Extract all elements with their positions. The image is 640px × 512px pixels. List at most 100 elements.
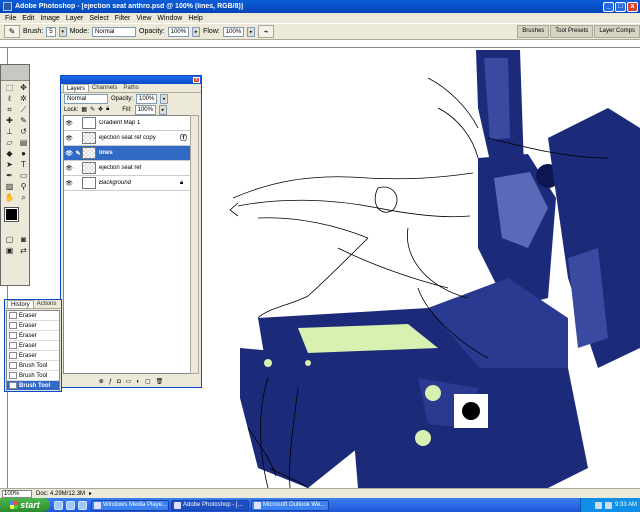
menu-select[interactable]: Select [86, 15, 111, 22]
tab-paths[interactable]: Paths [120, 84, 141, 92]
blur-tool-icon[interactable]: ◆ [3, 149, 16, 159]
tab-actions[interactable]: Actions [34, 300, 60, 308]
lock-transparency-icon[interactable]: ▦ [81, 106, 87, 113]
blend-mode-select[interactable]: Normal [64, 93, 108, 104]
eyedropper-tool-icon[interactable]: ⚲ [17, 182, 30, 192]
menu-window[interactable]: Window [154, 15, 185, 22]
layers-palette-close-icon[interactable]: x [193, 77, 200, 83]
flow-arrow-icon[interactable]: ▸ [247, 26, 256, 37]
internet-explorer-icon[interactable] [54, 500, 63, 510]
magic-wand-tool-icon[interactable]: ✲ [17, 94, 30, 104]
menu-view[interactable]: View [133, 15, 154, 22]
screen-mode-icon[interactable]: ▣ [3, 246, 16, 256]
close-button[interactable]: x [627, 1, 638, 12]
add-layer-mask-icon[interactable]: ◘ [117, 379, 121, 385]
history-state[interactable]: Eraser [7, 321, 59, 331]
opacity-arrow-icon[interactable]: ▸ [192, 26, 201, 37]
standard-mode-icon[interactable]: ▢ [3, 235, 16, 245]
flow-field[interactable]: 100% [222, 26, 245, 37]
lock-all-icon[interactable]: 🔒︎ [106, 106, 109, 113]
delete-layer-icon[interactable]: 🗑︎ [156, 378, 164, 385]
fill-arrow-icon[interactable]: ▸ [158, 104, 167, 115]
dodge-tool-icon[interactable]: ● [17, 149, 30, 159]
minimize-button[interactable]: _ [603, 1, 614, 12]
menu-file[interactable]: File [2, 15, 19, 22]
history-state[interactable]: Brush Tool [7, 371, 59, 381]
shape-tool-icon[interactable]: ▭ [17, 171, 30, 181]
history-state[interactable]: Eraser [7, 341, 59, 351]
lasso-tool-icon[interactable]: ℓ [3, 94, 16, 104]
zoom-field[interactable]: 100% [2, 489, 32, 498]
palette-tab-brushes[interactable]: Brushes [517, 25, 550, 38]
outlook-icon[interactable] [66, 500, 75, 510]
healing-brush-tool-icon[interactable]: ✚ [3, 116, 16, 126]
menu-layer[interactable]: Layer [63, 15, 87, 22]
zoom-tool-icon[interactable]: ⌕ [17, 193, 30, 203]
layer-opacity-field[interactable]: 100% [136, 93, 158, 104]
layer-row-ejection-seat-ref-copy[interactable]: 👁︎ ejection seat ref copy ⓕ [64, 131, 190, 146]
add-layer-style-icon[interactable]: ƒ [109, 379, 112, 385]
task-microsoft-outlook[interactable]: Microsoft Outlook We... [251, 499, 329, 511]
crop-tool-icon[interactable]: ⌗ [3, 105, 16, 115]
gradient-tool-icon[interactable]: ▤ [17, 138, 30, 148]
visibility-eye-icon[interactable]: 👁︎ [64, 165, 74, 172]
move-tool-icon[interactable]: ✥ [17, 83, 30, 93]
clone-stamp-tool-icon[interactable]: ⊥ [3, 127, 16, 137]
new-adjustment-layer-icon[interactable]: ◐ [136, 379, 140, 385]
network-icon[interactable] [594, 501, 602, 509]
visibility-eye-icon[interactable]: 👁︎ [64, 180, 74, 187]
history-state[interactable]: Brush Tool [7, 361, 59, 371]
airbrush-icon[interactable]: ⌁ [258, 25, 275, 38]
volume-icon[interactable] [604, 501, 612, 509]
menu-help[interactable]: Help [185, 15, 205, 22]
link-layers-icon[interactable]: ⊗ [99, 378, 104, 385]
brush-size-field[interactable]: 5 [46, 26, 56, 37]
doc-size-info[interactable]: Doc: 4.29M/12.3M [36, 491, 85, 497]
hand-tool-icon[interactable]: ✋ [3, 193, 16, 203]
start-button[interactable]: start [0, 498, 50, 512]
palette-tab-layer-comps[interactable]: Layer Comps [594, 25, 640, 38]
status-menu-arrow-icon[interactable]: ▸ [89, 490, 92, 497]
pen-tool-icon[interactable]: ✒ [3, 171, 16, 181]
opacity-field[interactable]: 100% [167, 26, 190, 37]
visibility-eye-icon[interactable]: 👁︎ [64, 150, 74, 157]
brush-picker-arrow-icon[interactable]: ▾ [58, 26, 67, 37]
fill-field[interactable]: 100% [134, 104, 156, 115]
lock-position-icon[interactable]: ✥ [98, 106, 103, 113]
tab-history[interactable]: History [7, 300, 34, 308]
foreground-color-swatch[interactable] [4, 207, 19, 222]
quick-mask-mode-icon[interactable]: ◙ [17, 235, 30, 245]
menu-filter[interactable]: Filter [112, 15, 134, 22]
brush-tool-icon[interactable]: ✎ [17, 116, 30, 126]
task-adobe-photoshop[interactable]: Adobe Photoshop - [... [171, 499, 249, 511]
lock-image-icon[interactable]: ✎ [90, 106, 95, 113]
layer-row-background[interactable]: 👁︎ Background 🔒︎ [64, 176, 190, 191]
layer-row-lines[interactable]: 👁︎ ✎ lines [64, 146, 190, 161]
layer-row-ejection-seat-ref[interactable]: 👁︎ ejection seat ref [64, 161, 190, 176]
clock[interactable]: 9:33 AM [615, 502, 637, 508]
type-tool-icon[interactable]: T [17, 160, 30, 170]
history-state-current[interactable]: Brush Tool [7, 381, 59, 391]
layers-palette-titlebar[interactable]: x [61, 76, 201, 84]
layer-style-icon[interactable]: ⓕ [180, 133, 190, 143]
jump-to-imageready-icon[interactable]: ⇄ [17, 246, 30, 256]
eraser-tool-icon[interactable]: ▱ [3, 138, 16, 148]
mode-select[interactable]: Normal [92, 26, 137, 37]
history-state[interactable]: Eraser [7, 331, 59, 341]
new-set-icon[interactable]: ▭ [126, 378, 132, 385]
visibility-eye-icon[interactable]: 👁︎ [64, 120, 74, 127]
layers-scrollbar[interactable] [190, 115, 199, 374]
brush-tool-preset-icon[interactable]: ✎ [4, 25, 20, 38]
history-state[interactable]: Eraser [7, 311, 59, 321]
new-layer-icon[interactable]: ▢ [145, 378, 151, 385]
marquee-tool-icon[interactable]: ⬚ [3, 83, 16, 93]
notes-tool-icon[interactable]: ▨ [3, 182, 16, 192]
tab-channels[interactable]: Channels [89, 84, 120, 92]
menu-edit[interactable]: Edit [19, 15, 37, 22]
visibility-eye-icon[interactable]: 👁︎ [64, 135, 74, 142]
layer-opacity-arrow-icon[interactable]: ▸ [160, 93, 169, 104]
show-desktop-icon[interactable] [78, 500, 87, 510]
layer-row-gradient-map[interactable]: 👁︎ Gradient Map 1 [64, 116, 190, 131]
history-brush-tool-icon[interactable]: ↺ [17, 127, 30, 137]
maximize-button[interactable]: □ [615, 1, 626, 12]
